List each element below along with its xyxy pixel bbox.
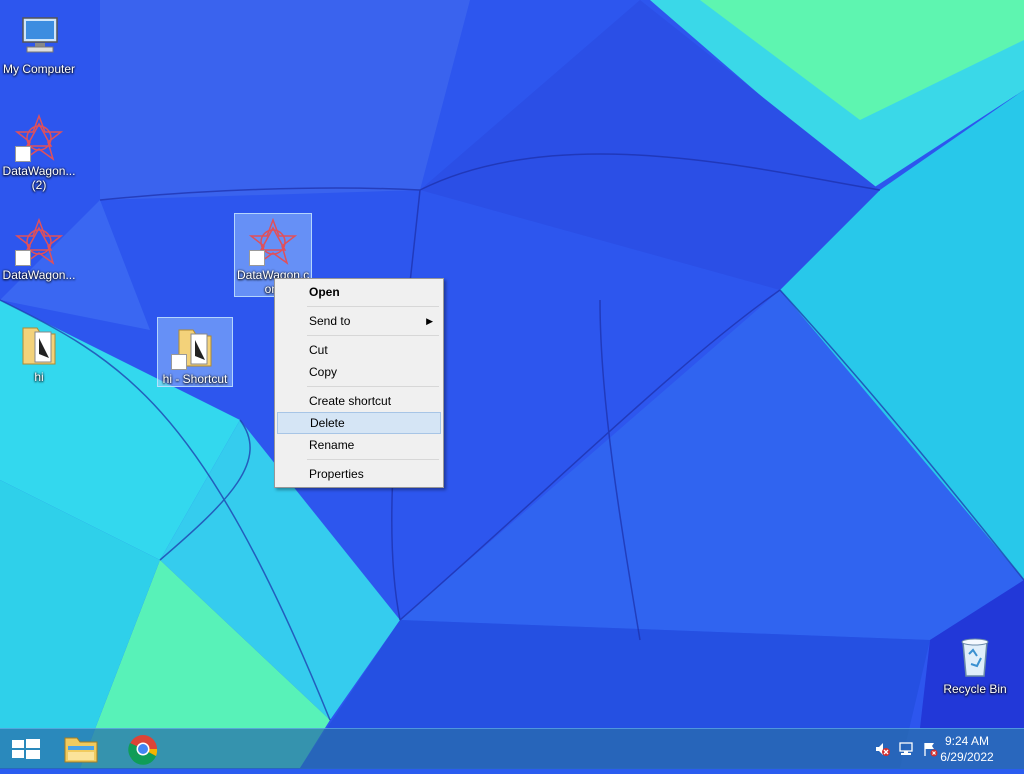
clock-time: 9:24 AM <box>944 734 990 748</box>
chrome-button[interactable] <box>116 729 170 769</box>
file-explorer-button[interactable] <box>56 729 106 769</box>
desktop-icon-my-computer[interactable]: My Computer <box>0 8 78 80</box>
menu-item-cut[interactable]: Cut <box>277 339 441 361</box>
menu-separator <box>307 459 439 460</box>
desktop-icon-label: DataWagon... <box>2 164 76 178</box>
menu-item-copy[interactable]: Copy <box>277 361 441 383</box>
menu-separator <box>307 335 439 336</box>
folder-shortcut-icon <box>171 322 219 370</box>
menu-item-rename[interactable]: Rename <box>277 434 441 456</box>
speaker-muted-icon[interactable] <box>874 741 890 757</box>
desktop-wallpaper <box>0 0 1024 768</box>
desktop-icon-label: DataWagon... <box>2 268 76 282</box>
desktop-icon-hi-folder[interactable]: hi <box>0 316 78 388</box>
desktop-icon-label: Recycle Bin <box>943 682 1007 696</box>
shortcut-arrow-icon <box>15 250 31 266</box>
datawagon-icon <box>248 217 298 266</box>
menu-separator <box>307 386 439 387</box>
desktop-icon-label-line2: (2) <box>31 178 47 192</box>
recycle-bin-icon <box>951 632 999 680</box>
menu-item-open[interactable]: Open <box>277 281 441 303</box>
desktop-icon-recycle-bin[interactable]: Recycle Bin <box>936 628 1014 700</box>
menu-item-delete[interactable]: Delete <box>277 412 441 434</box>
chrome-icon <box>128 735 158 765</box>
desktop-icon-datawagon-2[interactable]: DataWagon... (2) <box>0 110 78 196</box>
start-button[interactable] <box>0 729 56 769</box>
menu-item-properties[interactable]: Properties <box>277 463 441 485</box>
submenu-arrow-icon: ▶ <box>426 316 433 326</box>
computer-icon <box>15 12 63 60</box>
datawagon-icon <box>14 113 64 162</box>
menu-separator <box>307 306 439 307</box>
shortcut-arrow-icon <box>171 354 187 370</box>
menu-item-send-to[interactable]: Send to ▶ <box>277 310 441 332</box>
folder-icon <box>15 320 63 368</box>
desktop-icon-hi-shortcut[interactable]: hi - Shortcut <box>157 317 233 387</box>
network-icon[interactable] <box>898 741 914 757</box>
shortcut-arrow-icon <box>249 250 265 266</box>
shortcut-arrow-icon <box>15 146 31 162</box>
context-menu: Open Send to ▶ Cut Copy Create shortcut … <box>274 278 444 488</box>
system-clock[interactable]: 9:24 AM 6/29/2022 <box>932 733 1002 765</box>
desktop-icon-label: hi <box>34 370 44 384</box>
menu-item-label: Send to <box>309 314 351 328</box>
menu-item-create-shortcut[interactable]: Create shortcut <box>277 390 441 412</box>
datawagon-icon <box>14 217 64 266</box>
file-explorer-icon <box>64 737 98 763</box>
desktop-icon-label: My Computer <box>2 62 76 76</box>
taskbar: 9:24 AM 6/29/2022 <box>0 728 1024 769</box>
clock-date: 6/29/2022 <box>940 750 994 764</box>
desktop-icon-datawagon[interactable]: DataWagon... <box>0 214 78 286</box>
desktop-icon-label: hi - Shortcut <box>162 372 228 386</box>
windows-logo-icon <box>12 739 40 759</box>
